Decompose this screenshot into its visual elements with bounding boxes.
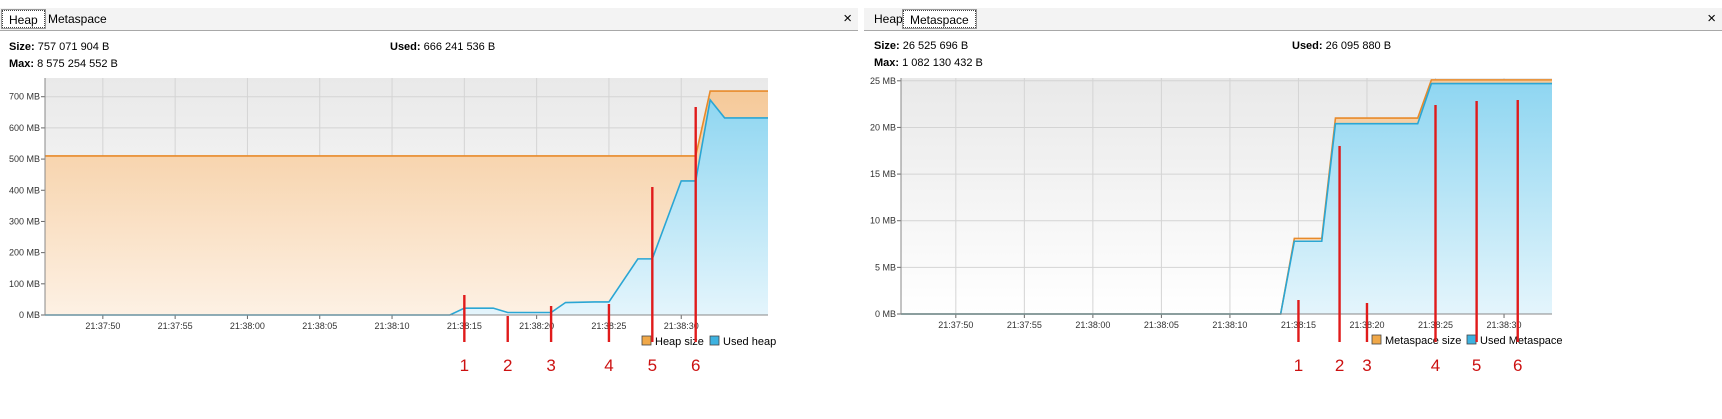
marker-label-1: 1 bbox=[460, 356, 469, 375]
y-tick-label: 5 MB bbox=[875, 262, 896, 272]
legend-swatch-size bbox=[641, 335, 652, 346]
marker-label-3: 3 bbox=[546, 356, 555, 375]
y-tick-label: 600 MB bbox=[9, 123, 40, 133]
x-tick-label: 21:38:00 bbox=[1075, 320, 1110, 330]
heap-panel: Heap Metaspace × Size: 757 071 904 B Use… bbox=[0, 0, 858, 419]
y-tick-label: 20 MB bbox=[870, 122, 896, 132]
marker-label-4: 4 bbox=[1431, 356, 1440, 375]
x-tick-label: 21:38:20 bbox=[519, 321, 554, 331]
y-tick-label: 25 MB bbox=[870, 76, 896, 86]
y-tick-label: 700 MB bbox=[9, 92, 40, 102]
marker-label-5: 5 bbox=[648, 356, 657, 375]
x-tick-label: 21:38:05 bbox=[302, 321, 337, 331]
legend-label-size: Metaspace size bbox=[1385, 335, 1461, 347]
y-tick-label: 300 MB bbox=[9, 216, 40, 226]
marker-label-4: 4 bbox=[604, 356, 613, 375]
legend-swatch-used bbox=[709, 335, 720, 346]
metaspace-chart: 0 MB 5 MB 10 MB 15 MB 20 MB 25 MB 21:37:50 21:3… bbox=[870, 76, 1563, 375]
legend-label-used: Used heap bbox=[723, 336, 776, 348]
x-tick-label: 21:38:30 bbox=[1487, 320, 1522, 330]
y-tick-label: 10 MB bbox=[870, 216, 896, 226]
y-tick-label: 0 MB bbox=[19, 310, 40, 320]
legend-swatch-used bbox=[1466, 334, 1477, 345]
y-tick-label: 200 MB bbox=[9, 248, 40, 258]
x-tick-label: 21:38:00 bbox=[230, 321, 265, 331]
y-tick-label: 400 MB bbox=[9, 185, 40, 195]
x-tick-label: 21:38:05 bbox=[1144, 320, 1179, 330]
marker-label-2: 2 bbox=[503, 356, 512, 375]
legend-label-used: Used Metaspace bbox=[1480, 335, 1563, 347]
x-tick-label: 21:37:55 bbox=[1007, 320, 1042, 330]
marker-label-1: 1 bbox=[1294, 356, 1303, 375]
y-tick-label: 100 MB bbox=[9, 279, 40, 289]
marker-label-6: 6 bbox=[1513, 356, 1522, 375]
legend-swatch-size bbox=[1371, 334, 1382, 345]
x-tick-label: 21:38:10 bbox=[375, 321, 410, 331]
marker-label-5: 5 bbox=[1472, 356, 1481, 375]
y-tick-label: 500 MB bbox=[9, 154, 40, 164]
marker-label-6: 6 bbox=[691, 356, 700, 375]
marker-label-3: 3 bbox=[1362, 356, 1371, 375]
marker-label-2: 2 bbox=[1335, 356, 1344, 375]
heap-chart: 0 MB 100 MB 200 MB 300 MB 400 MB 500 MB 600 MB… bbox=[9, 78, 776, 375]
y-tick-label: 0 MB bbox=[875, 309, 896, 319]
x-tick-label: 21:37:50 bbox=[938, 320, 973, 330]
x-tick-label: 21:38:10 bbox=[1212, 320, 1247, 330]
x-tick-label: 21:37:55 bbox=[158, 321, 193, 331]
x-tick-label: 21:37:50 bbox=[85, 321, 120, 331]
metaspace-panel: Heap Metaspace × Size: 26 525 696 B Used… bbox=[864, 0, 1722, 419]
y-tick-label: 15 MB bbox=[870, 169, 896, 179]
x-tick-label: 21:38:30 bbox=[664, 321, 699, 331]
